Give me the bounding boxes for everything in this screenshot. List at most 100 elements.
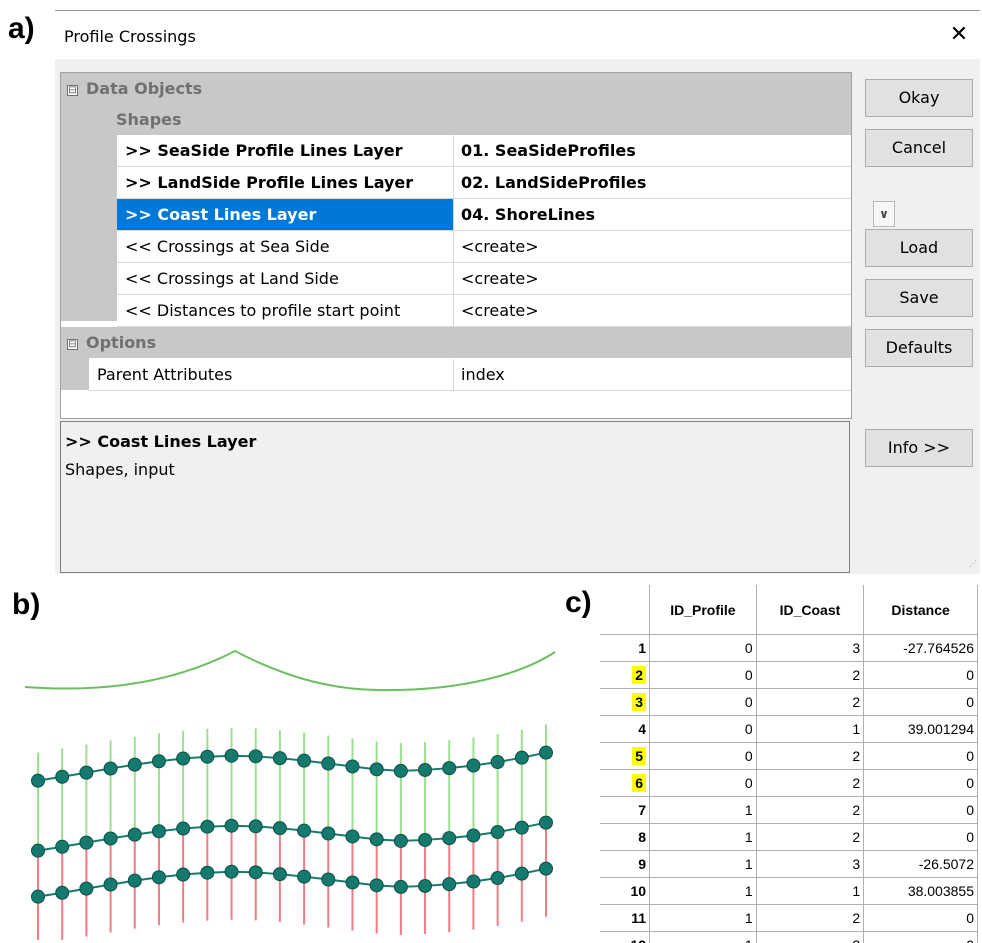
cell-id-coast: 2 — [756, 904, 865, 932]
table-row[interactable]: 4 0 1 39.001294 — [600, 715, 978, 743]
crossing-point — [79, 765, 94, 780]
cell-distance: -26.5072 — [863, 850, 978, 878]
dropdown-button[interactable]: ∨ — [873, 201, 895, 227]
param-value[interactable]: <create> — [461, 263, 539, 294]
crossing-point — [224, 748, 239, 763]
param-name: >> SeaSide Profile Lines Layer — [125, 141, 403, 160]
cell-id-profile: 0 — [649, 634, 757, 662]
crossing-point — [200, 749, 215, 764]
table-row[interactable]: 7120 — [600, 796, 978, 824]
cell-distance: 38.003855 — [863, 877, 978, 905]
cell-id-coast: 3 — [756, 850, 865, 878]
row-index-label: 7 — [638, 802, 647, 818]
defaults-button[interactable]: Defaults — [865, 329, 973, 367]
crossing-point — [55, 839, 70, 854]
crossing-point — [490, 825, 505, 840]
param-row-crossings-land[interactable]: << Crossings at Land Side <create> — [117, 263, 851, 295]
table-row[interactable]: 11 1 2 0 — [600, 904, 978, 932]
table-row[interactable]: 2020 — [600, 661, 978, 689]
header-id-profile[interactable]: ID_Profile — [649, 585, 757, 635]
param-row-landside-profiles[interactable]: >> LandSide Profile Lines Layer 02. Land… — [117, 167, 851, 199]
crossing-point — [514, 750, 529, 765]
table-row[interactable]: 5020 — [600, 742, 978, 770]
param-row-seaside-profiles[interactable]: >> SeaSide Profile Lines Layer 01. SeaSi… — [117, 135, 851, 167]
table-row[interactable]: 10 1 1 38.003855 — [600, 877, 978, 905]
category-shapes[interactable]: ⊟Shapes — [89, 104, 851, 135]
crossing-point — [31, 889, 45, 904]
crossing-point — [127, 827, 142, 842]
save-button[interactable]: Save — [865, 279, 973, 317]
crossing-point — [466, 828, 481, 843]
table-row[interactable]: 8120 — [600, 823, 978, 851]
collapse-icon[interactable]: ⊟ — [67, 85, 78, 96]
param-row-coast-lines[interactable]: >> Coast Lines Layer 04. ShoreLines ∨ — [117, 199, 895, 231]
collapse-icon[interactable]: ⊟ — [67, 339, 78, 350]
load-button[interactable]: Load — [865, 229, 973, 267]
row-index-label: 6 — [632, 774, 647, 792]
param-row-distances[interactable]: << Distances to profile start point <cre… — [117, 295, 851, 327]
table-row[interactable]: 3020 — [600, 688, 978, 716]
crossing-point — [466, 874, 481, 889]
row-index: 1 — [600, 634, 651, 662]
category-data-objects[interactable]: ⊟ Data Objects — [61, 73, 851, 104]
close-button[interactable]: ✕ — [945, 21, 973, 49]
cancel-button[interactable]: Cancel — [865, 129, 973, 167]
okay-button[interactable]: Okay — [865, 79, 973, 117]
crossing-point — [200, 865, 215, 880]
category-options[interactable]: ⊟ Options — [61, 327, 851, 358]
description-title: >> Coast Lines Layer — [65, 432, 257, 451]
crossing-point — [272, 821, 287, 836]
crossing-point — [103, 761, 118, 776]
table-row[interactable]: 1 0 3 -27.764526 — [600, 634, 978, 662]
header-distance[interactable]: Distance — [863, 585, 978, 635]
table-row[interactable]: 12120 — [600, 931, 978, 943]
category-label-options: Options — [86, 333, 157, 352]
row-index-label: 10 — [630, 883, 647, 899]
param-row-parent-attributes[interactable]: Parent Attributes index — [89, 359, 851, 391]
header-index — [600, 585, 651, 635]
cell-id-profile: 1 — [649, 823, 757, 851]
header-id-coast[interactable]: ID_Coast — [756, 585, 865, 635]
resize-grip[interactable]: ⋰ — [969, 559, 977, 568]
crossing-point — [442, 877, 457, 892]
cell-distance: 0 — [863, 742, 978, 770]
crossing-point — [297, 823, 312, 838]
info-button[interactable]: Info >> — [865, 429, 973, 467]
cell-id-profile: 0 — [649, 661, 757, 689]
param-name: << Crossings at Land Side — [125, 269, 339, 288]
param-value-select[interactable]: 04. ShoreLines — [461, 199, 595, 230]
param-value[interactable]: <create> — [461, 295, 539, 326]
row-index: 8 — [600, 823, 651, 851]
row-index: 12 — [600, 931, 651, 943]
crossing-point — [442, 761, 457, 776]
param-row-crossings-sea[interactable]: << Crossings at Sea Side <create> — [117, 231, 851, 263]
crossing-point — [248, 819, 263, 834]
crossing-point — [393, 833, 408, 848]
row-index: 6 — [600, 769, 651, 797]
param-value[interactable]: 01. SeaSideProfiles — [461, 135, 636, 166]
cell-distance: 0 — [863, 688, 978, 716]
table-row[interactable]: 9 1 3 -26.5072 — [600, 850, 978, 878]
row-index-label: 1 — [638, 640, 647, 656]
title-bar: Profile Crossings ✕ — [55, 11, 980, 59]
cell-id-coast: 2 — [756, 769, 865, 797]
cell-id-coast: 3 — [756, 634, 865, 662]
table-row[interactable]: 6020 — [600, 769, 978, 797]
param-name: << Distances to profile start point — [125, 301, 401, 320]
row-index-label: 5 — [632, 747, 647, 765]
cell-distance: 0 — [863, 904, 978, 932]
crossing-point — [176, 751, 191, 766]
cell-id-coast: 1 — [756, 715, 865, 743]
cell-id-profile: 0 — [649, 715, 757, 743]
param-value[interactable]: 02. LandSideProfiles — [461, 167, 646, 198]
category-label-shapes: Shapes — [116, 110, 182, 129]
cell-id-coast: 1 — [756, 877, 865, 905]
param-value[interactable]: <create> — [461, 231, 539, 262]
crossing-point — [248, 865, 263, 880]
profile-crossings-dialog: Profile Crossings ✕ ⊟Data Objects ⊟Shape… — [55, 10, 980, 574]
param-value[interactable]: index — [461, 359, 505, 390]
crossing-point — [151, 870, 166, 885]
row-index-label: 8 — [638, 829, 647, 845]
crossing-point — [79, 835, 94, 850]
row-index: 3 — [600, 688, 651, 716]
